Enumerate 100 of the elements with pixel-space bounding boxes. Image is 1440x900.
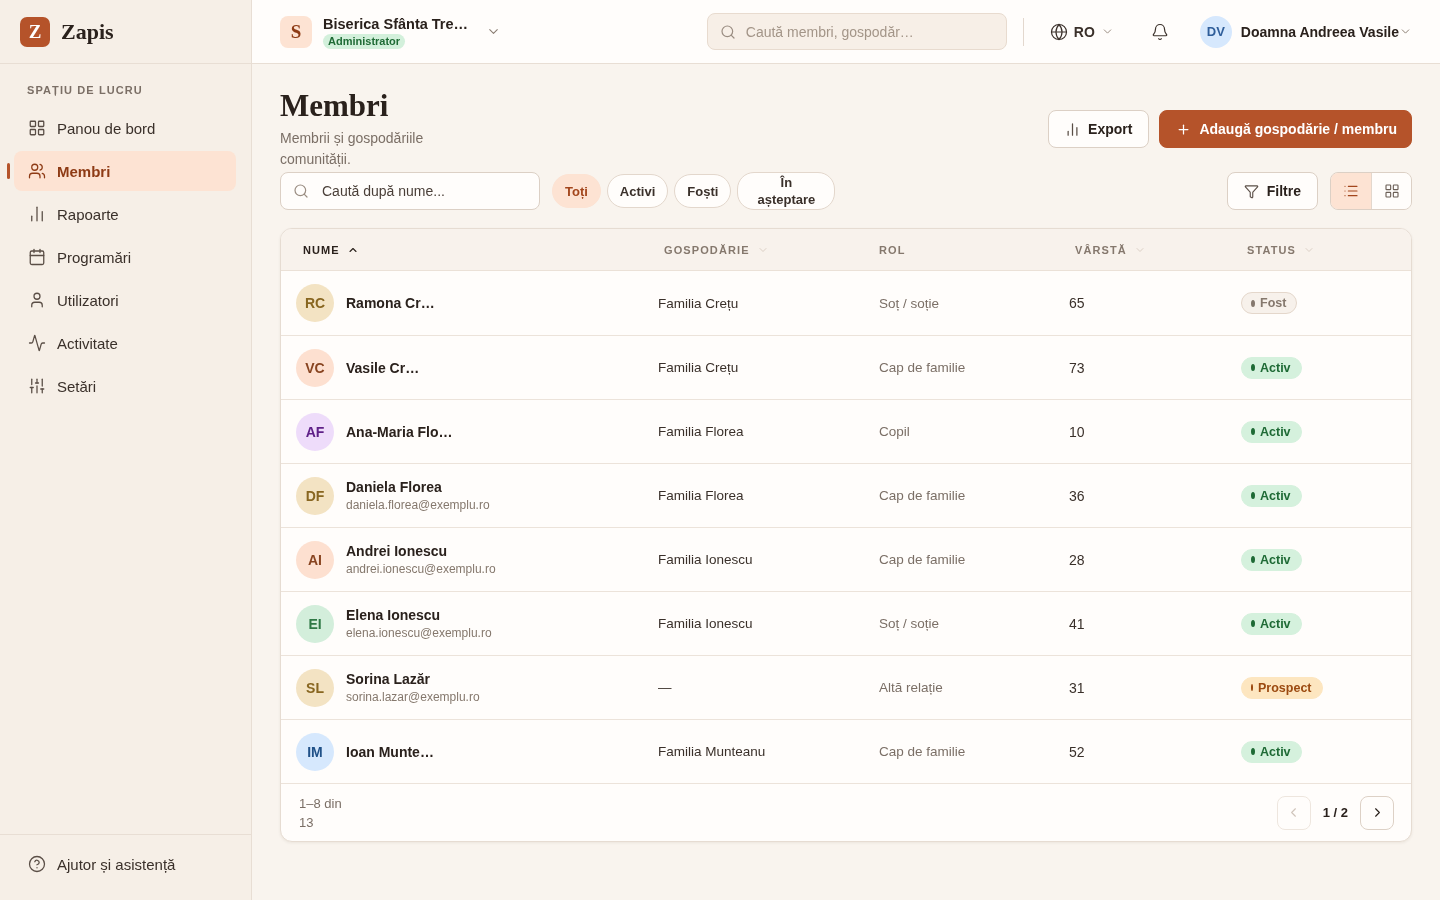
help-link[interactable]: Ajutor și asistență <box>14 844 190 884</box>
bar-chart-icon <box>1065 121 1081 137</box>
member-role: Cap de familie <box>878 744 967 759</box>
status-dot-icon <box>1251 748 1255 755</box>
member-age: 52 <box>1068 743 1086 760</box>
member-email: sorina.lazar@exemplu.ro <box>346 689 480 705</box>
role-badge: Administrator <box>323 33 406 49</box>
member-role: Cap de familie <box>878 360 967 375</box>
pulse-icon <box>28 334 46 352</box>
column-header: ROL <box>879 243 906 256</box>
org-name: Biserica Sfânta Tre… <box>323 14 469 33</box>
status-label: Activ <box>1260 616 1291 631</box>
view-button[interactable] <box>1371 173 1411 209</box>
household-name: Familia Florea <box>657 424 745 439</box>
member-role: Altă relație <box>878 680 944 695</box>
member-name: Daniela Florea <box>346 478 443 496</box>
member-email: daniela.florea@exemplu.ro <box>346 497 490 513</box>
section-label: SPAȚIU DE LUCRU <box>26 83 144 97</box>
nav-item[interactable]: Utilizatori <box>14 280 236 320</box>
page-subtitle: Membrii și gospodăriile comunității. <box>280 129 425 169</box>
member-avatar: EI <box>296 604 334 643</box>
search-field[interactable]: Caută membri, gospodăr… <box>706 13 1007 50</box>
member-name: Elena Ionescu <box>346 606 442 624</box>
grid-icon <box>1383 183 1400 199</box>
status-dot-icon <box>1251 364 1255 371</box>
household-name: — <box>657 680 673 695</box>
add-button[interactable]: Adaugă gospodărie / membru <box>1159 110 1412 148</box>
column-header[interactable]: VÂRSTĂ <box>1069 243 1152 256</box>
export-button[interactable]: Export <box>1048 110 1150 148</box>
bar-chart-icon <box>28 205 46 223</box>
household-name: Familia Ionescu <box>657 616 754 631</box>
table-row[interactable]: AF Ana-Maria Flo… Familia Florea Copil 10 Activ <box>281 399 1411 463</box>
member-avatar: AF <box>296 412 334 451</box>
view-button[interactable] <box>1331 173 1371 209</box>
table-row[interactable]: DF Daniela Florea daniela.florea@exemplu.ro Familia Florea Cap de familie 36 Activ <box>281 463 1411 527</box>
filter-chip[interactable]: Activi <box>606 174 669 208</box>
user-avatar: DV <box>1199 15 1232 48</box>
household-name: Familia Florea <box>657 488 745 503</box>
member-age: 31 <box>1068 679 1086 696</box>
language-button[interactable]: RO <box>1049 22 1114 41</box>
column-header[interactable]: GOSPODĂRIE <box>658 243 775 256</box>
status-label: Fost <box>1260 296 1287 310</box>
globe-icon <box>1049 22 1068 41</box>
user-name[interactable]: Doamna Andreea Vasile <box>1240 23 1399 40</box>
status-dot-icon <box>1251 620 1255 627</box>
users-icon <box>28 162 46 180</box>
filter-chip[interactable]: În așteptare <box>737 172 836 210</box>
member-role: Copil <box>878 424 911 439</box>
table-row[interactable]: AI Andrei Ionescu andrei.ionescu@exemplu.ro Familia Ionescu Cap de familie 28 Activ <box>281 527 1411 591</box>
table-row[interactable]: VC Vasile Cr… Familia Crețu Cap de familie 73 Activ <box>281 335 1411 399</box>
member-avatar: VC <box>296 348 334 387</box>
status-label: Activ <box>1260 424 1291 439</box>
household-name: Familia Munteanu <box>657 744 767 759</box>
member-role: Cap de familie <box>878 552 967 567</box>
member-age: 73 <box>1068 359 1086 376</box>
search-icon <box>719 23 736 40</box>
member-age: 10 <box>1068 423 1086 440</box>
member-avatar: DF <box>296 476 334 515</box>
nav-item[interactable]: Programări <box>14 237 236 277</box>
nav-item[interactable]: Activitate <box>14 323 236 363</box>
status-label: Activ <box>1260 744 1291 759</box>
table-row[interactable]: SL Sorina Lazăr sorina.lazar@exemplu.ro — Altă relație 31 Prospect <box>281 655 1411 719</box>
user-icon <box>28 291 46 309</box>
column-header[interactable]: STATUS <box>1241 243 1321 256</box>
member-avatar: IM <box>296 732 334 771</box>
page-indicator: 1 / 2 <box>1322 805 1348 820</box>
member-name: Ana-Maria Flo… <box>346 422 453 441</box>
nav-item[interactable]: Membri <box>14 151 236 191</box>
grid-icon <box>28 119 46 137</box>
nav-item[interactable]: Rapoarte <box>14 194 236 234</box>
org-avatar: S <box>280 15 312 48</box>
name-search-field[interactable]: Caută după nume... <box>280 172 540 210</box>
member-email: elena.ionescu@exemplu.ro <box>346 625 492 641</box>
next-page-button[interactable] <box>1360 795 1394 830</box>
filter-chip[interactable]: Toți <box>552 174 601 208</box>
household-name: Familia Crețu <box>657 360 740 375</box>
nav-item[interactable]: Setări <box>14 366 236 406</box>
member-name: Ramona Cr… <box>346 294 435 312</box>
nav-item[interactable]: Panou de bord <box>14 108 236 148</box>
status-dot-icon <box>1251 428 1255 435</box>
search-icon <box>293 183 309 199</box>
member-name: Andrei Ionescu <box>346 542 449 560</box>
notifications-icon[interactable] <box>1150 22 1169 41</box>
status-dot-icon <box>1251 492 1255 499</box>
filter-chip[interactable]: Foști <box>674 174 732 208</box>
column-header[interactable]: NUME <box>297 243 365 256</box>
filter-button[interactable]: Filtre <box>1226 172 1318 210</box>
member-age: 36 <box>1068 487 1086 504</box>
funnel-icon <box>1243 183 1259 199</box>
app-name: Zapis <box>61 18 114 45</box>
table-row[interactable]: RC Ramona Cr… Familia Crețu Soț / soție 65 Fost <box>281 271 1411 335</box>
table-row[interactable]: IM Ioan Munte… Familia Munteanu Cap de familie 52 Activ <box>281 719 1411 783</box>
sliders-icon <box>28 377 46 395</box>
status-label: Activ <box>1260 360 1291 375</box>
member-name: Sorina Lazăr <box>346 670 432 688</box>
member-age: 41 <box>1068 615 1086 632</box>
table-row[interactable]: EI Elena Ionescu elena.ionescu@exemplu.ro Familia Ionescu Soț / soție 41 Activ <box>281 591 1411 655</box>
app-logo: Z <box>20 16 50 47</box>
status-label: Activ <box>1260 488 1291 503</box>
status-label: Prospect <box>1258 680 1312 695</box>
